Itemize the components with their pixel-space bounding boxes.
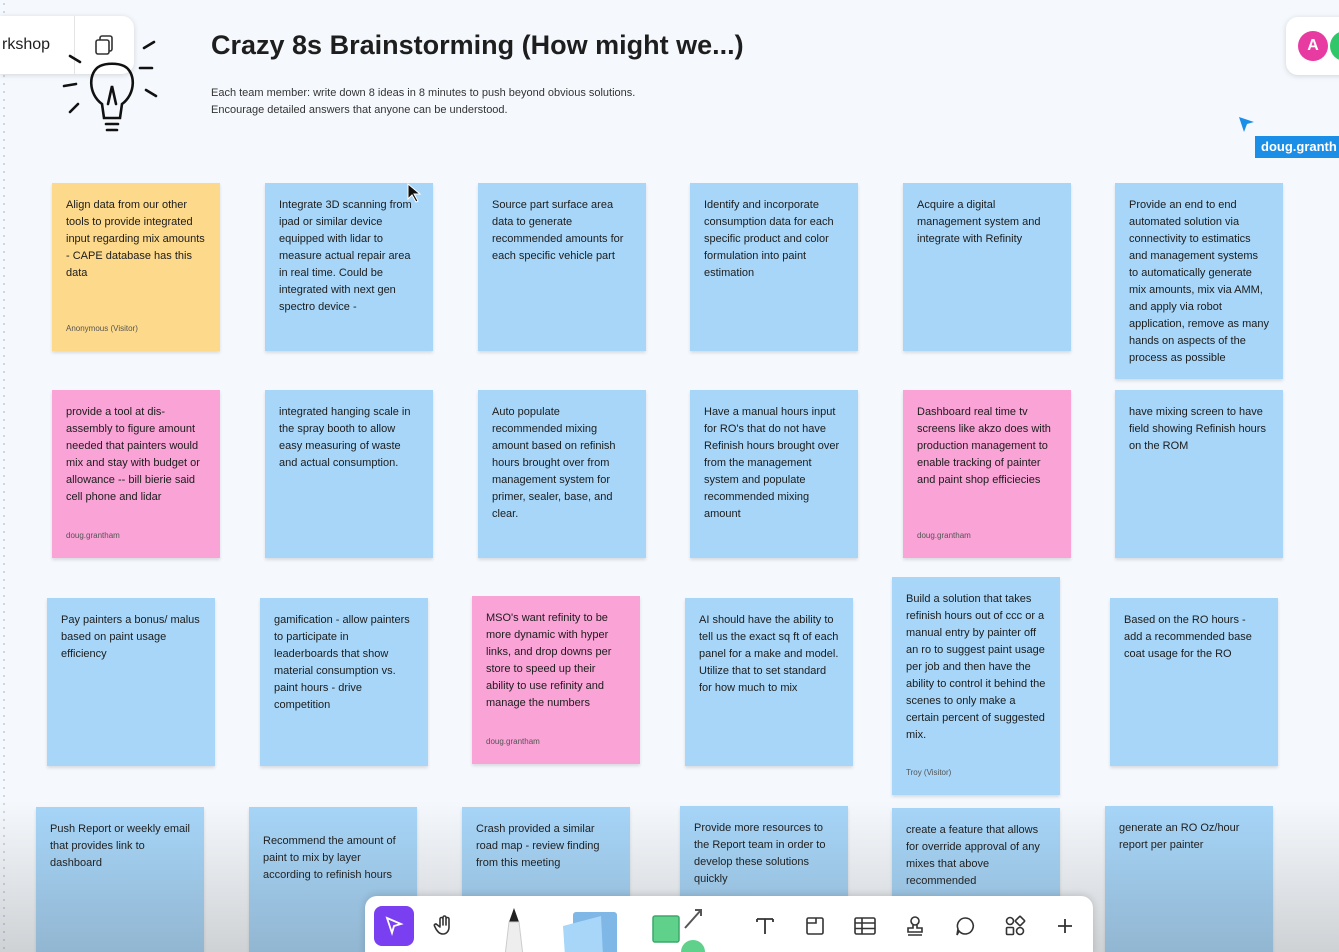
shapes-icon[interactable] <box>647 902 707 952</box>
board-edge-grid <box>0 0 8 952</box>
sticky-note-text: Acquire a digital management system and … <box>917 199 1041 245</box>
sticky-note[interactable]: Source part surface area data to generat… <box>478 183 646 351</box>
widgets-icon[interactable] <box>995 906 1035 946</box>
collaborator-avatars[interactable]: A <box>1286 17 1339 75</box>
sticky-note-text: generate an RO Oz/hour report per painte… <box>1119 822 1240 851</box>
sticky-note-author: Troy (Visitor) <box>906 768 952 777</box>
subtitle-line-2: Encourage detailed answers that anyone c… <box>211 104 508 116</box>
sticky-note[interactable]: Align data from our other tools to provi… <box>52 183 220 351</box>
sticky-note-author: doug.grantham <box>486 737 540 746</box>
text-icon[interactable] <box>745 906 785 946</box>
sticky-note-text: MSO's want refinity to be more dynamic w… <box>486 612 612 709</box>
sticky-note-text: Provide an end to end automated solution… <box>1129 199 1270 364</box>
sticky-note[interactable]: integrated hanging scale in the spray bo… <box>265 390 433 558</box>
sticky-note-text: Have a manual hours input for RO's that … <box>704 406 840 520</box>
page-subtitle: Each team member: write down 8 ideas in … <box>211 85 731 119</box>
sticky-note[interactable]: Build a solution that takes refinish hou… <box>892 577 1060 795</box>
sticky-note-text: Push Report or weekly email that provide… <box>50 823 191 869</box>
sticky-note-text: Based on the RO hours - add a recommende… <box>1124 614 1252 660</box>
sticky-note[interactable]: MSO's want refinity to be more dynamic w… <box>472 596 640 764</box>
stamp-icon[interactable] <box>895 906 935 946</box>
sticky-note[interactable]: Based on the RO hours - add a recommende… <box>1110 598 1278 766</box>
sticky-note[interactable]: Pay painters a bonus/ malus based on pai… <box>47 598 215 766</box>
sticky-note-text: Crash provided a similar road map - revi… <box>476 823 600 869</box>
sticky-stack-icon[interactable] <box>559 906 623 952</box>
sticky-note[interactable]: AI should have the ability to tell us th… <box>685 598 853 766</box>
comment-icon[interactable] <box>945 906 985 946</box>
remote-cursor-icon <box>1238 116 1256 139</box>
sticky-note[interactable]: Identify and incorporate consumption dat… <box>690 183 858 351</box>
sticky-note-text: Source part surface area data to generat… <box>492 199 624 262</box>
select-arrow-icon[interactable] <box>374 906 414 946</box>
hand-icon[interactable] <box>424 906 464 946</box>
sticky-note-text: Provide more resources to the Report tea… <box>694 822 826 885</box>
sticky-note[interactable]: have mixing screen to have field showing… <box>1115 390 1283 558</box>
sticky-note[interactable]: Acquire a digital management system and … <box>903 183 1071 351</box>
sticky-note-text: provide a tool at dis-assembly to figure… <box>66 406 200 503</box>
sticky-note-author: doug.grantham <box>917 531 971 540</box>
table-icon[interactable] <box>845 906 885 946</box>
sticky-note-text: Identify and incorporate consumption dat… <box>704 199 834 279</box>
mouse-pointer-icon <box>407 182 425 208</box>
sticky-note[interactable]: Dashboard real time tv screens like akzo… <box>903 390 1071 558</box>
sticky-note-text: integrated hanging scale in the spray bo… <box>279 406 411 469</box>
sticky-note[interactable]: Provide an end to end automated solution… <box>1115 183 1283 379</box>
sticky-note[interactable]: Push Report or weekly email that provide… <box>36 807 204 952</box>
sticky-note[interactable]: Auto populate recommended mixing amount … <box>478 390 646 558</box>
sticky-note-author: doug.grantham <box>66 531 120 540</box>
sticky-note-text: AI should have the ability to tell us th… <box>699 614 839 694</box>
subtitle-line-1: Each team member: write down 8 ideas in … <box>211 87 636 99</box>
sticky-note-text: Recommend the amount of paint to mix by … <box>263 835 396 881</box>
sticky-note-text: have mixing screen to have field showing… <box>1129 406 1266 452</box>
avatar[interactable] <box>1330 31 1339 61</box>
sticky-note-text: Pay painters a bonus/ malus based on pai… <box>61 614 200 660</box>
sticky-note[interactable]: generate an RO Oz/hour report per painte… <box>1105 806 1273 952</box>
lightbulb-icon <box>60 38 170 138</box>
plus-icon[interactable] <box>1045 906 1085 946</box>
sticky-note-author: Anonymous (Visitor) <box>66 324 138 333</box>
sticky-note-text: Dashboard real time tv screens like akzo… <box>917 406 1051 486</box>
sticky-note[interactable]: provide a tool at dis-assembly to figure… <box>52 390 220 558</box>
marker-icon[interactable] <box>494 904 534 952</box>
sticky-note[interactable]: gamification - allow painters to partici… <box>260 598 428 766</box>
sticky-note[interactable]: Integrate 3D scanning from ipad or simil… <box>265 183 433 351</box>
avatar[interactable]: A <box>1298 31 1328 61</box>
sticky-note-text: Auto populate recommended mixing amount … <box>492 406 616 520</box>
sticky-note-text: Align data from our other tools to provi… <box>66 199 205 279</box>
remote-cursor-label: doug.granth <box>1255 136 1339 158</box>
sticky-note-text: Integrate 3D scanning from ipad or simil… <box>279 199 412 313</box>
sticky-note-text: create a feature that allows for overrid… <box>906 824 1040 887</box>
sticky-note-text: Build a solution that takes refinish hou… <box>906 593 1046 741</box>
sticky-note[interactable]: Have a manual hours input for RO's that … <box>690 390 858 558</box>
section-icon[interactable] <box>795 906 835 946</box>
bottom-toolbar <box>365 896 1093 952</box>
sticky-note-text: gamification - allow painters to partici… <box>274 614 410 711</box>
page-title: Crazy 8s Brainstorming (How might we...) <box>211 30 744 60</box>
